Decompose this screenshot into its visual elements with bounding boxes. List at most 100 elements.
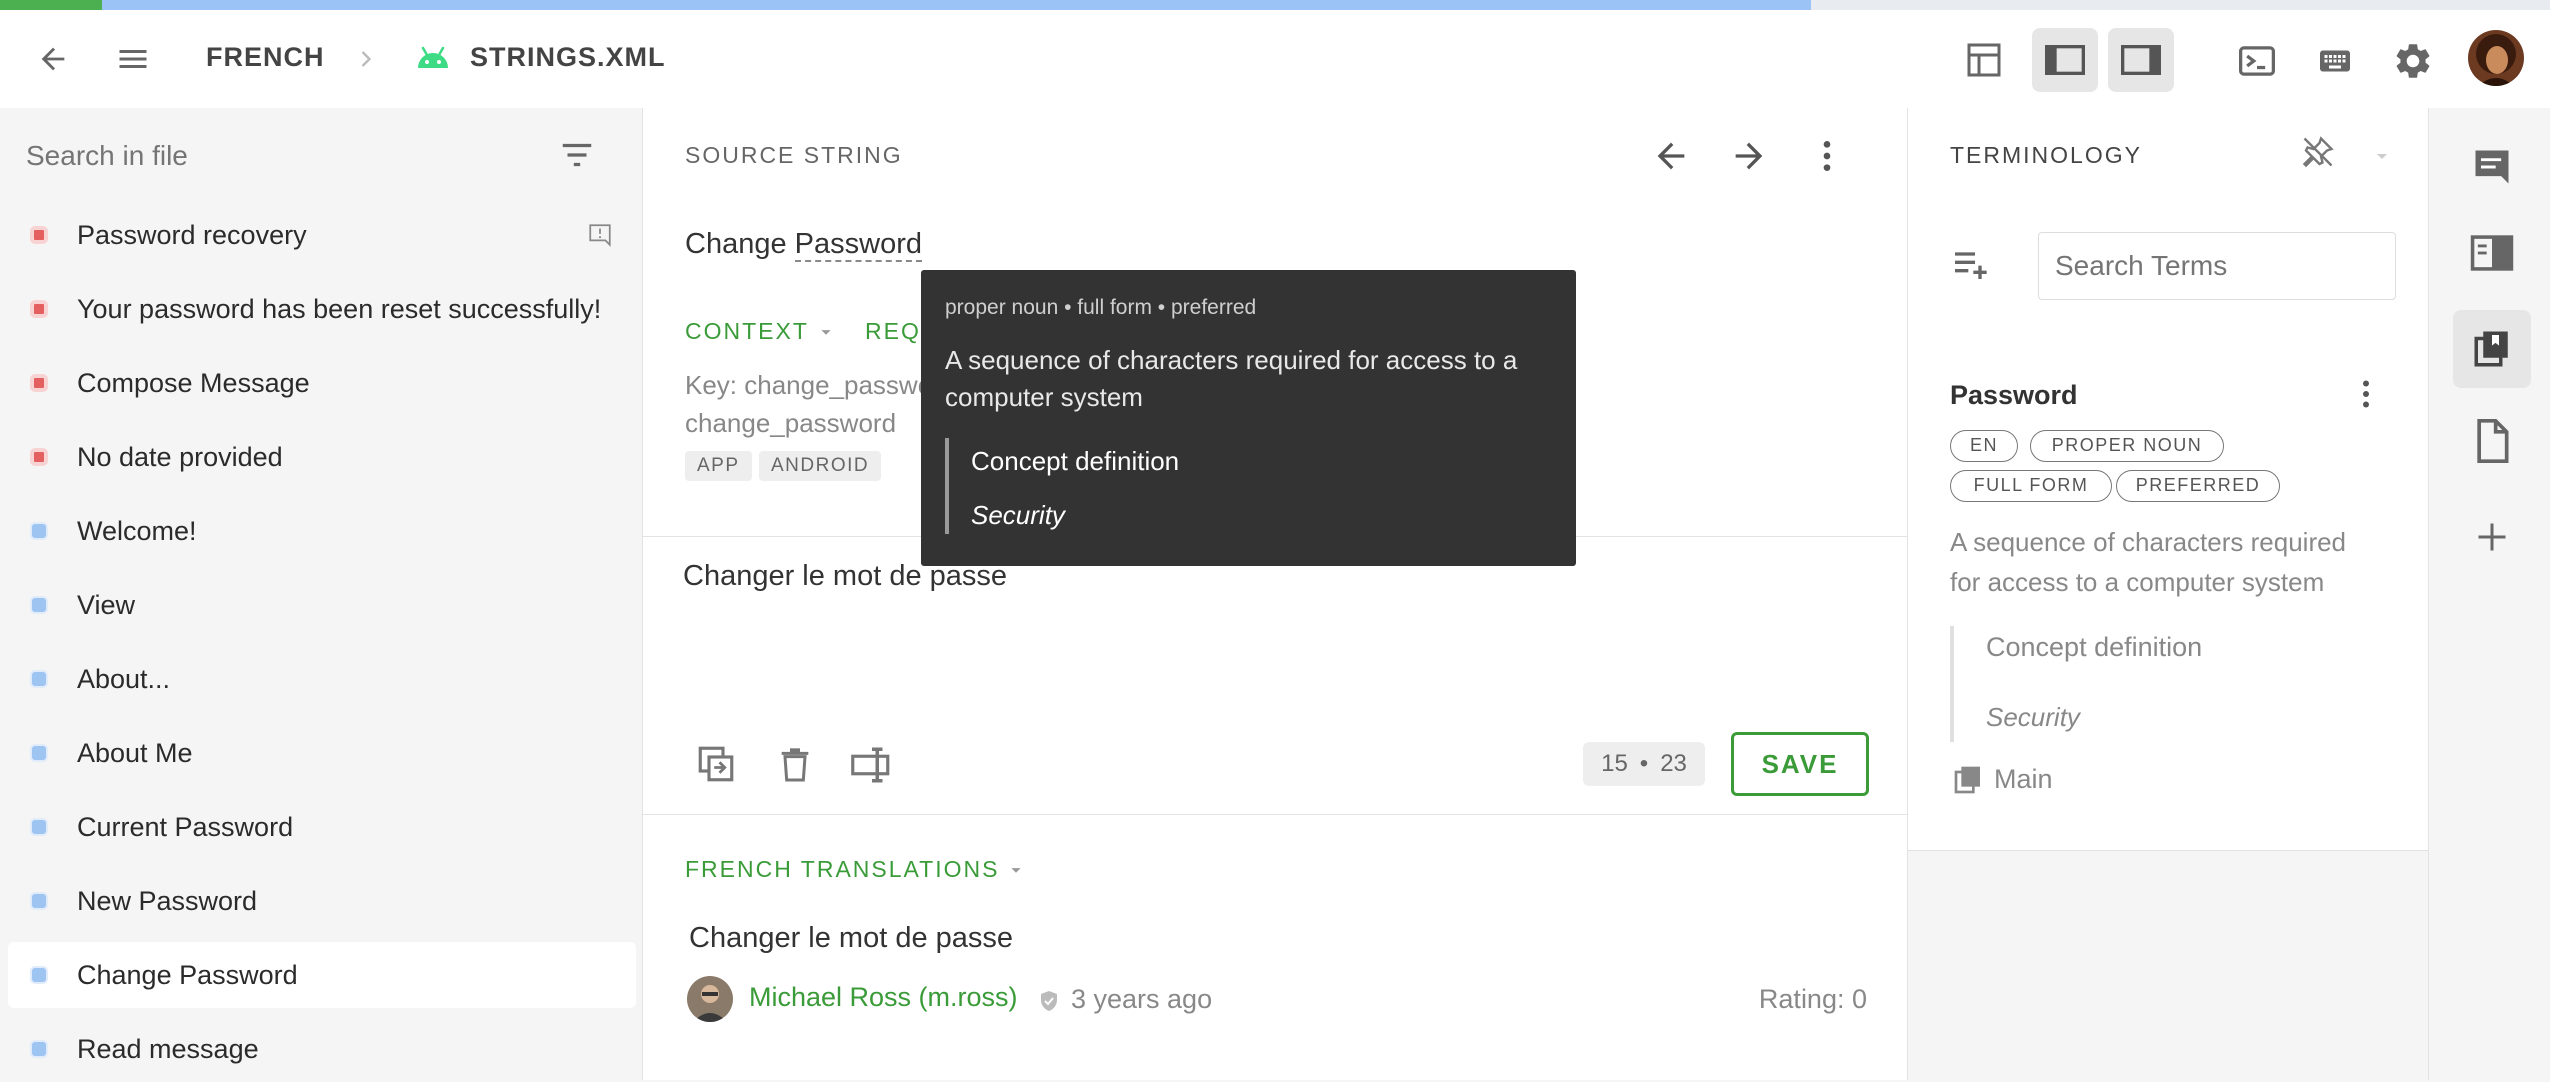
character-counter: 15 • 23 bbox=[1583, 742, 1705, 786]
progress-translated bbox=[0, 0, 102, 10]
terminology-book-icon[interactable] bbox=[2453, 310, 2531, 388]
sidebar-string-item[interactable]: No date provided bbox=[8, 424, 636, 490]
sidebar-string-item[interactable]: Compose Message bbox=[8, 350, 636, 416]
string-list-sidebar: Password recovery Your password has been … bbox=[0, 108, 642, 1080]
translated-status-icon bbox=[30, 892, 48, 910]
breadcrumb-project[interactable]: FRENCH bbox=[206, 42, 325, 73]
more-options-icon[interactable] bbox=[1807, 136, 1847, 176]
glossary-icon bbox=[1952, 764, 1984, 796]
divider bbox=[643, 814, 1909, 815]
untranslated-status-icon bbox=[30, 300, 48, 318]
right-panel-toggle-icon[interactable] bbox=[2108, 28, 2174, 92]
tooltip-definition: A sequence of characters required for ac… bbox=[945, 345, 1518, 412]
untranslated-status-icon bbox=[30, 374, 48, 392]
term-concept-label: Concept definition bbox=[1986, 632, 2203, 662]
add-plus-icon[interactable] bbox=[2453, 500, 2531, 574]
back-arrow-icon[interactable] bbox=[24, 32, 82, 86]
tooltip-concept-label: Concept definition bbox=[971, 446, 1180, 476]
terminology-panel: TERMINOLOGY Password EN PROPER NOUN FULL… bbox=[1908, 108, 2428, 851]
sidebar-string-label: Read message bbox=[77, 1033, 259, 1064]
suggestion-text[interactable]: Changer le mot de passe bbox=[689, 922, 1013, 955]
translated-status-icon bbox=[30, 744, 48, 762]
settings-gear-icon[interactable] bbox=[2382, 30, 2444, 92]
add-term-icon[interactable] bbox=[1948, 244, 1992, 284]
translated-status-icon bbox=[30, 818, 48, 836]
terminal-icon[interactable] bbox=[2226, 30, 2288, 92]
next-string-arrow-icon[interactable] bbox=[1729, 136, 1769, 176]
chevron-right-icon bbox=[352, 45, 380, 73]
translations-toggle[interactable]: FRENCH TRANSLATIONS bbox=[685, 856, 1027, 883]
sidebar-string-item[interactable]: Password recovery bbox=[8, 202, 636, 268]
sidebar-string-label: About... bbox=[77, 663, 171, 694]
sidebar-string-item[interactable]: Your password has been reset successfull… bbox=[8, 276, 636, 342]
context-toggle[interactable]: CONTEXT bbox=[685, 318, 837, 345]
pill-part-of-speech: PROPER NOUN bbox=[2030, 430, 2224, 462]
suggestion-rating: Rating: 0 bbox=[1759, 984, 1867, 1015]
sidebar-string-item[interactable]: Current Password bbox=[8, 794, 636, 860]
sidebar-string-item[interactable]: Welcome! bbox=[8, 498, 636, 564]
pin-off-icon[interactable] bbox=[2300, 134, 2336, 170]
sidebar-string-item[interactable]: About... bbox=[8, 646, 636, 712]
keyboard-icon[interactable] bbox=[2304, 30, 2366, 92]
sidebar-string-label: Compose Message bbox=[77, 367, 310, 398]
tooltip-quote-bar bbox=[945, 438, 949, 534]
pill-status: PREFERRED bbox=[2116, 470, 2280, 502]
left-panel-toggle-icon[interactable] bbox=[2032, 28, 2098, 92]
comments-icon[interactable] bbox=[2453, 130, 2531, 204]
previous-string-arrow-icon[interactable] bbox=[1651, 136, 1691, 176]
filter-icon[interactable] bbox=[556, 136, 598, 174]
panel-caret-down-icon[interactable] bbox=[2370, 144, 2394, 168]
translated-status-icon bbox=[30, 966, 48, 984]
terminology-heading: TERMINOLOGY bbox=[1950, 142, 2142, 168]
copy-source-icon[interactable] bbox=[695, 742, 737, 786]
breadcrumb-file[interactable]: STRINGS.XML bbox=[470, 42, 666, 73]
term-tooltip: proper noun • full form • preferred A se… bbox=[921, 270, 1576, 566]
author-name-link[interactable]: Michael Ross (m.ross) bbox=[749, 982, 1018, 1013]
sidebar-string-item[interactable]: Read message bbox=[8, 1016, 636, 1082]
sidebar-string-item[interactable]: About Me bbox=[8, 720, 636, 786]
source-string-heading: SOURCE STRING bbox=[685, 142, 903, 168]
glossary-name[interactable]: Main bbox=[1994, 764, 2053, 795]
translated-status-icon bbox=[30, 596, 48, 614]
context-label: CONTEXT bbox=[685, 318, 809, 344]
term-definition-line2: for access to a computer system bbox=[1950, 567, 2325, 597]
pill-language: EN bbox=[1950, 430, 2018, 462]
caret-down-icon bbox=[1011, 867, 1022, 873]
text-cursor-icon[interactable] bbox=[849, 744, 895, 786]
user-avatar[interactable] bbox=[2468, 30, 2524, 86]
counter-target: 23 bbox=[1660, 750, 1687, 777]
sidebar-string-item[interactable]: Change Password bbox=[8, 942, 636, 1008]
author-avatar bbox=[687, 976, 733, 1022]
progress-bar bbox=[0, 0, 2550, 10]
tooltip-concept-value: Security bbox=[971, 500, 1065, 530]
sidebar-string-label: New Password bbox=[77, 885, 258, 916]
term-more-options-icon[interactable] bbox=[2348, 374, 2384, 414]
progress-proofread bbox=[102, 0, 1811, 10]
untranslated-status-icon bbox=[30, 448, 48, 466]
delete-trash-icon[interactable] bbox=[775, 744, 815, 786]
translated-status-icon bbox=[30, 670, 48, 688]
sidebar-string-label: About Me bbox=[77, 737, 193, 768]
document-icon[interactable] bbox=[2453, 404, 2531, 478]
sidebar-string-label: Current Password bbox=[77, 811, 294, 842]
layout-grid-icon[interactable] bbox=[1952, 28, 2016, 92]
caret-down-icon bbox=[821, 329, 831, 335]
menu-icon[interactable] bbox=[104, 32, 162, 86]
comment-indicator-icon[interactable] bbox=[586, 222, 614, 248]
term-quote-bar bbox=[1950, 626, 1954, 742]
search-terms-input[interactable] bbox=[2038, 232, 2396, 300]
translation-textarea[interactable] bbox=[683, 560, 1863, 690]
sidebar-string-item[interactable]: View bbox=[8, 572, 636, 638]
tooltip-meta: proper noun • full form • preferred bbox=[945, 296, 1257, 319]
save-button[interactable]: SAVE bbox=[1731, 732, 1869, 796]
sidebar-string-label: Your password has been reset successfull… bbox=[77, 293, 602, 324]
translated-status-icon bbox=[30, 522, 48, 540]
source-string-text: Change Password bbox=[685, 228, 922, 262]
file-search-input[interactable] bbox=[24, 128, 548, 184]
counter-source: 15 bbox=[1601, 750, 1628, 777]
translation-memory-icon[interactable] bbox=[2453, 216, 2531, 290]
string-key: Key: change_password bbox=[685, 370, 956, 400]
sidebar-string-item[interactable]: New Password bbox=[8, 868, 636, 934]
source-term-highlight[interactable]: Password bbox=[794, 228, 922, 262]
right-tool-rail bbox=[2428, 108, 2550, 1080]
